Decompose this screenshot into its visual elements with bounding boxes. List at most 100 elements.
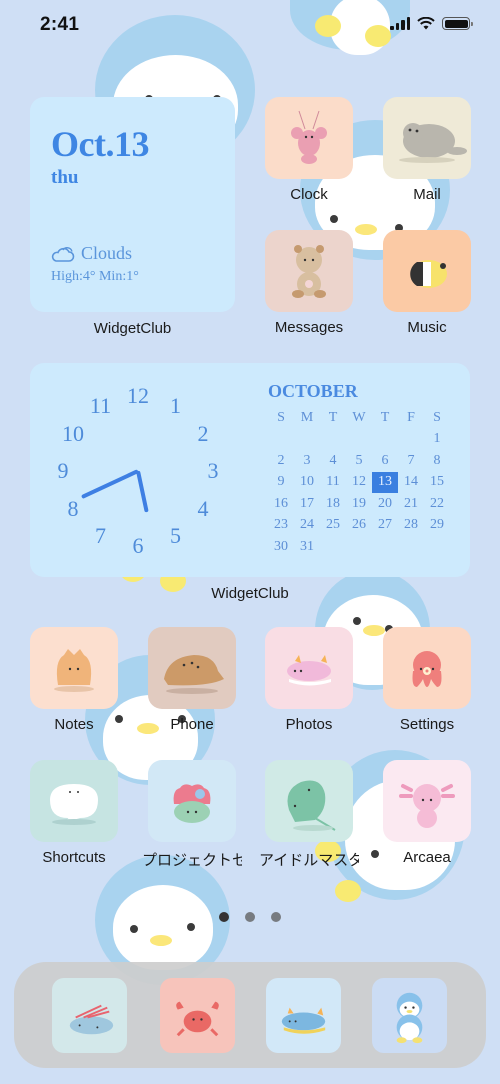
calendar-day [398, 536, 424, 558]
analog-clock: 12 1 2 3 4 5 6 7 8 9 10 11 [30, 363, 250, 577]
dock-app-crab[interactable] [160, 978, 235, 1053]
widget-weekday: thu [51, 167, 79, 188]
calendar-grid: SMTWTFS 1 2 3 4 5 6 7 8 9 10 11 12 13 14 15 16 17 18 19 20 2… [268, 407, 450, 558]
clock-numeral: 8 [67, 495, 79, 521]
clock-numeral: 7 [95, 522, 106, 548]
calendar-day [320, 429, 346, 451]
calendar-week: 1 [268, 429, 450, 451]
dock-app-penguin[interactable] [372, 978, 447, 1053]
calendar-day: 15 [430, 474, 444, 490]
date-widget-label: WidgetClub [93, 320, 172, 337]
app-tile[interactable] [383, 97, 471, 179]
wifi-icon [417, 17, 435, 30]
app-tile[interactable] [265, 97, 353, 179]
app-icon-project-sekai[interactable]: プロジェクトセカイ [142, 760, 242, 870]
penguin-icon [396, 992, 423, 1044]
calendar-day: 12 [352, 474, 366, 490]
app-tile[interactable] [383, 230, 471, 312]
battery-level [444, 19, 468, 28]
dock [14, 962, 486, 1068]
app-tile[interactable] [265, 760, 353, 842]
app-label: Photos [285, 716, 333, 733]
hour-hand-visible [80, 469, 139, 500]
date-weather-widget[interactable]: Oct.13 thu Clouds High:4° Min:1° [30, 97, 235, 312]
crab-icon [176, 1001, 219, 1037]
app-label: Clock [290, 186, 328, 203]
stingray-icon [50, 784, 98, 825]
calendar-day: 26 [352, 517, 366, 533]
calendar-day: 5 [355, 452, 363, 468]
calendar-day: 22 [430, 495, 444, 511]
calendar-day: 8 [433, 452, 441, 468]
calendar-day: 4 [329, 452, 337, 468]
widget-date: Oct.13 [51, 124, 149, 164]
calendar-weekday: W [352, 409, 366, 425]
calendar: OCTOBER SMTWTFS 1 2 3 4 5 6 7 8 9 10 11 12 13 14 15 16 1… [268, 381, 458, 558]
app-tile[interactable] [148, 760, 236, 842]
app-icon-idolmaster[interactable]: アイドルマスター [259, 760, 359, 870]
calendar-day: 14 [404, 474, 418, 490]
status-time: 2:41 [40, 14, 80, 35]
app-icon-mail[interactable]: Mail [383, 97, 471, 203]
app-icon-shortcuts[interactable]: Shortcuts [30, 760, 118, 866]
app-icon-notes[interactable]: Notes [30, 627, 118, 733]
dock-app-blue-sea-slug[interactable] [266, 978, 341, 1053]
calendar-week: 16 17 18 19 20 21 22 [268, 493, 450, 515]
calendar-day [268, 429, 294, 451]
page-dot[interactable] [271, 912, 281, 922]
calendar-month: OCTOBER [268, 381, 358, 401]
dock-app-oarfish[interactable] [52, 978, 127, 1053]
page-indicator[interactable] [0, 912, 500, 922]
cloud-icon [51, 246, 75, 262]
clock-numeral: 3 [207, 458, 219, 483]
app-label: Phone [170, 716, 214, 733]
clock-numeral: 12 [127, 383, 149, 408]
fish-icon [410, 260, 447, 288]
page-dot[interactable] [219, 912, 229, 922]
calendar-day: 7 [407, 452, 415, 468]
calendar-day: 21 [404, 495, 418, 511]
calendar-day-today: 13 [372, 471, 398, 493]
clock-numeral: 10 [62, 420, 85, 446]
calendar-day [294, 429, 320, 451]
app-tile[interactable] [30, 627, 118, 709]
calendar-weekday: T [380, 409, 390, 425]
app-icon-arcaea[interactable]: Arcaea [383, 760, 471, 866]
weather-high-low: High:4° Min:1° [51, 269, 139, 284]
app-icon-messages[interactable]: Messages [265, 230, 353, 336]
calendar-day: 3 [303, 452, 311, 468]
clock-widget-label: WidgetClub [211, 585, 289, 602]
sea-slug-icon [287, 655, 331, 686]
app-label: Messages [274, 319, 344, 336]
app-label: アイドルマスター [259, 852, 359, 869]
clock-numeral: 5 [170, 522, 181, 548]
app-icon-settings[interactable]: Settings [383, 627, 471, 733]
axolotl-icon [399, 784, 455, 828]
app-tile[interactable] [148, 627, 236, 709]
calendar-day: 18 [326, 495, 340, 511]
calendar-weekday: T [328, 409, 338, 425]
calendar-day: 29 [430, 517, 444, 533]
app-tile[interactable] [30, 760, 118, 842]
app-icon-photos[interactable]: Photos [265, 627, 353, 733]
blue-sea-slug-icon [281, 1007, 326, 1034]
app-tile[interactable] [265, 627, 353, 709]
calendar-day: 23 [274, 517, 288, 533]
app-tile[interactable] [383, 627, 471, 709]
clock-calendar-widget[interactable]: 12 1 2 3 4 5 6 7 8 9 10 11 OCTOBER SMTWTFS 12345678… [30, 363, 470, 577]
app-icon-clock[interactable]: Clock [265, 97, 353, 203]
clock-numeral: 1 [170, 393, 181, 419]
app-tile[interactable] [383, 760, 471, 842]
app-tile[interactable] [265, 230, 353, 312]
app-icon-music[interactable]: Music [383, 230, 471, 336]
status-bar: 2:41 [0, 0, 500, 52]
app-label: Shortcuts [42, 849, 106, 866]
calendar-day [372, 429, 398, 451]
teddy-bear-icon [292, 245, 326, 298]
app-icon-phone[interactable]: Phone [148, 627, 236, 733]
calendar-day [320, 536, 346, 558]
calendar-day: 9 [277, 474, 285, 490]
dumbo-octopus-icon [54, 649, 94, 692]
calendar-day: 2 [277, 452, 285, 468]
page-dot[interactable] [245, 912, 255, 922]
